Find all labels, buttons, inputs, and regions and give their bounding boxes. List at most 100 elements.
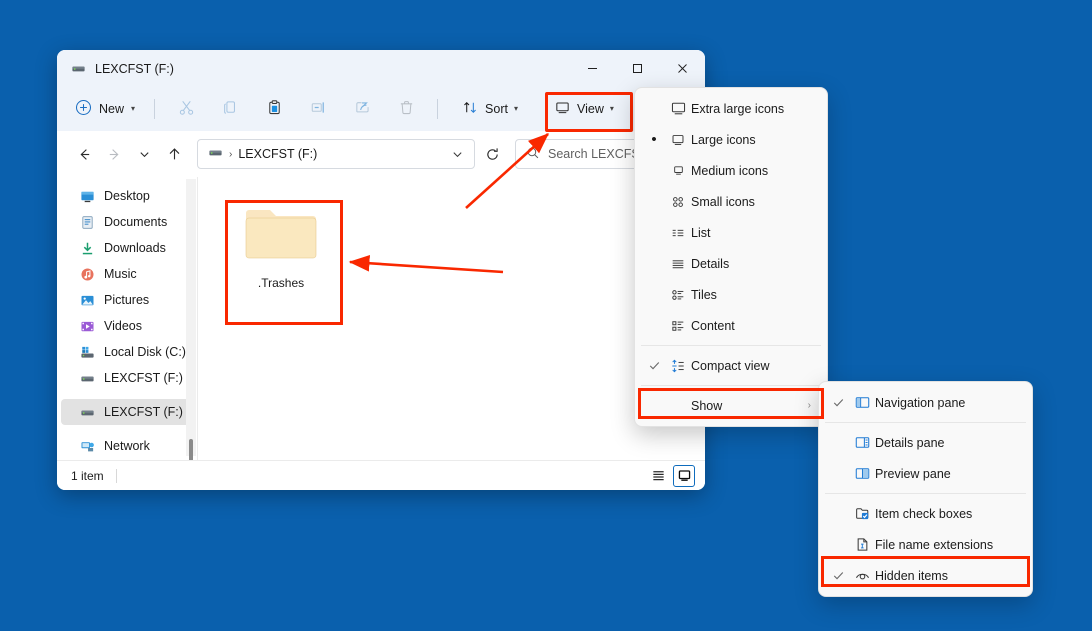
monitor-icon [554, 99, 571, 119]
sidebar-scrollbar-thumb[interactable] [189, 439, 193, 460]
sidebar-item-label: Local Disk (C:) [104, 345, 186, 359]
breadcrumb[interactable]: › LEXCFST (F:) [208, 145, 446, 163]
title-bar: LEXCFST (F:) [57, 50, 705, 87]
sidebar-item-music[interactable]: Music [61, 261, 191, 287]
menu-item-tiles[interactable]: Tiles [639, 279, 823, 310]
menu-item-label: Item check boxes [875, 507, 1020, 521]
new-button[interactable]: New ▾ [67, 93, 145, 125]
menu-item-small-icons[interactable]: Small icons [639, 186, 823, 217]
menu-item-preview-pane[interactable]: Preview pane [823, 458, 1028, 489]
view-dropdown-menu: Extra large icons • Large icons Medium i… [634, 87, 828, 427]
menu-item-label: Hidden items [875, 569, 1020, 583]
sidebar-item-videos[interactable]: Videos [61, 313, 191, 339]
menu-item-details-pane[interactable]: Details pane [823, 427, 1028, 458]
sidebar-item-pictures[interactable]: Pictures [61, 287, 191, 313]
sidebar-item-local-disk-c[interactable]: Local Disk (C:) [61, 339, 191, 365]
status-divider [116, 469, 117, 483]
menu-item-label: List [691, 226, 815, 240]
sidebar-item-network[interactable]: Network [61, 433, 191, 459]
search-icon [526, 146, 540, 163]
list-item[interactable]: .Trashes [226, 191, 336, 309]
sidebar-scrollbar[interactable] [186, 179, 196, 456]
menu-separator [825, 422, 1026, 423]
preview-pane-icon [849, 465, 875, 482]
menu-separator [641, 345, 821, 346]
desktop-icon [79, 188, 96, 205]
menu-item-label: Extra large icons [691, 102, 815, 116]
menu-item-label: Tiles [691, 288, 815, 302]
menu-item-content[interactable]: Content [639, 310, 823, 341]
view-button[interactable]: View ▾ [545, 93, 623, 125]
file-list-area[interactable]: .Trashes [198, 177, 705, 460]
address-bar[interactable]: › LEXCFST (F:) [197, 139, 475, 169]
up-button[interactable] [159, 139, 189, 169]
details-view-toggle[interactable] [647, 465, 669, 487]
toolbar-divider [154, 99, 155, 119]
close-button[interactable] [660, 50, 705, 87]
menu-item-label: Show [691, 399, 808, 413]
minimize-button[interactable] [570, 50, 615, 87]
menu-item-large-icons[interactable]: • Large icons [639, 124, 823, 155]
delete-button[interactable] [384, 93, 428, 125]
menu-item-details[interactable]: Details [639, 248, 823, 279]
menu-item-compact-view[interactable]: Compact view [639, 350, 823, 381]
clipboard-icon [266, 99, 283, 119]
sidebar-item-label: LEXCFST (F:) [104, 405, 183, 419]
recent-locations-button[interactable] [129, 139, 159, 169]
large-icons-view-toggle[interactable] [673, 465, 695, 487]
menu-item-show[interactable]: Show › [639, 390, 823, 421]
show-submenu: Navigation pane Details pane Preview pan… [818, 381, 1033, 597]
window-title: LEXCFST (F:) [95, 62, 174, 76]
scissors-icon [178, 99, 195, 119]
details-pane-icon [849, 434, 875, 451]
drive-icon [79, 370, 96, 387]
sidebar-item-desktop[interactable]: Desktop [61, 183, 191, 209]
breadcrumb-path[interactable]: LEXCFST (F:) [238, 147, 317, 161]
navigation-pane: Desktop Documents Downloads Music [57, 177, 197, 460]
menu-item-list[interactable]: List [639, 217, 823, 248]
back-button[interactable] [69, 139, 99, 169]
status-bar: 1 item [57, 460, 705, 490]
monitor-large-icon [665, 100, 691, 117]
menu-item-hidden-items[interactable]: Hidden items [823, 560, 1028, 591]
menu-item-medium-icons[interactable]: Medium icons [639, 155, 823, 186]
documents-icon [79, 214, 96, 231]
network-icon [79, 438, 96, 455]
refresh-button[interactable] [479, 140, 505, 168]
breadcrumb-separator: › [229, 149, 232, 160]
sidebar-item-lexcfst-f-drive[interactable]: LEXCFST (F:) [61, 365, 191, 391]
local-disk-icon [79, 344, 96, 361]
sidebar-item-documents[interactable]: Documents [61, 209, 191, 235]
forward-button[interactable] [99, 139, 129, 169]
command-toolbar: New ▾ [57, 87, 705, 131]
rename-button[interactable] [296, 93, 340, 125]
menu-item-label: Compact view [691, 359, 815, 373]
paste-button[interactable] [252, 93, 296, 125]
file-explorer-window: LEXCFST (F:) New ▾ [57, 50, 705, 490]
menu-item-extra-large-icons[interactable]: Extra large icons [639, 93, 823, 124]
share-icon [354, 99, 371, 119]
hidden-items-eye-icon [849, 567, 875, 584]
cut-button[interactable] [164, 93, 208, 125]
sort-arrows-icon [462, 99, 479, 119]
chevron-down-icon: ▾ [610, 105, 614, 113]
menu-item-label: Small icons [691, 195, 815, 209]
chevron-down-icon: ▾ [131, 105, 135, 113]
sort-button[interactable]: Sort ▾ [453, 93, 527, 125]
address-dropdown-button[interactable] [446, 142, 468, 166]
menu-item-file-name-extensions[interactable]: File name extensions [823, 529, 1028, 560]
copy-button[interactable] [208, 93, 252, 125]
maximize-button[interactable] [615, 50, 660, 87]
sidebar-item-lexcfst-f-selected[interactable]: LEXCFST (F:) [61, 399, 191, 425]
view-toggle-group [647, 465, 695, 487]
sidebar-item-downloads[interactable]: Downloads [61, 235, 191, 261]
share-button[interactable] [340, 93, 384, 125]
menu-item-navigation-pane[interactable]: Navigation pane [823, 387, 1028, 418]
sidebar-item-label: Desktop [104, 189, 150, 203]
menu-item-item-check-boxes[interactable]: Item check boxes [823, 498, 1028, 529]
sidebar-item-label: Videos [104, 319, 142, 333]
menu-separator [641, 385, 821, 386]
menu-item-label: Navigation pane [875, 396, 1020, 410]
file-name-extensions-icon [849, 536, 875, 553]
drive-icon [71, 61, 86, 76]
